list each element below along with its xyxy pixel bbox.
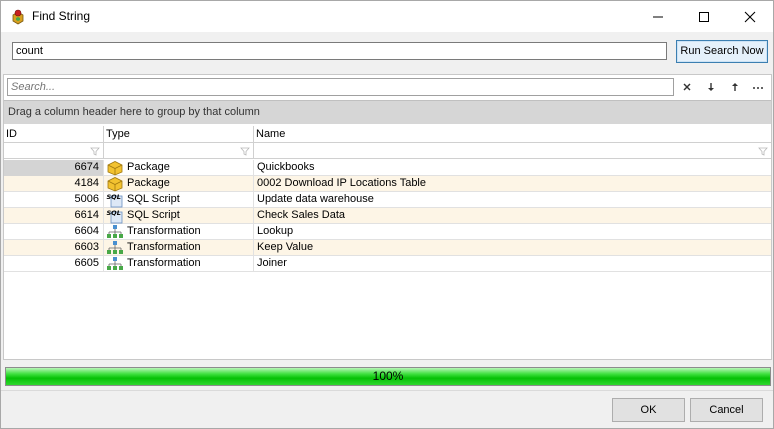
table-row[interactable]: 6674 Package Quickbooks (4, 160, 771, 176)
row-id: 6604 (4, 224, 104, 240)
window-title: Find String (32, 9, 91, 23)
row-type-label: Transformation (127, 241, 201, 253)
row-id: 4184 (4, 176, 104, 192)
find-next-icon[interactable] (703, 79, 719, 95)
sql-script-icon: SQL (106, 192, 124, 208)
filter-cell-id[interactable] (4, 143, 104, 159)
ok-button[interactable]: OK (612, 398, 685, 422)
column-header-id[interactable]: ID (4, 126, 104, 143)
row-id: 6674 (4, 160, 104, 176)
row-type: Transformation (104, 256, 254, 272)
column-header-row: ID Type Name (4, 126, 771, 143)
grid-find-panel (4, 75, 771, 99)
row-type: SQL SQL Script (104, 208, 254, 224)
row-name: Check Sales Data (257, 209, 346, 221)
maximize-icon (699, 12, 709, 22)
column-header-name[interactable]: Name (254, 126, 771, 143)
row-name: 0002 Download IP Locations Table (257, 177, 426, 189)
row-type: Transformation (104, 224, 254, 240)
svg-text:SQL: SQL (107, 209, 121, 217)
transformation-icon (106, 224, 124, 240)
find-previous-icon[interactable] (727, 79, 743, 95)
sql-script-icon: SQL (106, 208, 124, 224)
row-type-label: Transformation (127, 257, 201, 269)
filter-icon (240, 147, 250, 156)
row-type: Package (104, 176, 254, 192)
row-type-label: SQL Script (127, 193, 180, 205)
app-icon (10, 9, 26, 25)
filter-cell-type[interactable] (104, 143, 254, 159)
transformation-icon (106, 256, 124, 272)
package-icon (106, 176, 124, 192)
table-row[interactable]: 6604 Transformation Lookup (4, 224, 771, 240)
result-rows: 6674 Package Quickbooks 4184 Package 000… (4, 160, 771, 272)
svg-text:SQL: SQL (107, 193, 121, 201)
table-row[interactable]: 6605 Transformation Joiner (4, 256, 771, 272)
search-string-input[interactable] (12, 42, 667, 60)
grid-search-input[interactable] (7, 78, 674, 96)
table-row[interactable]: 6603 Transformation Keep Value (4, 240, 771, 256)
auto-filter-row (4, 143, 771, 159)
close-icon (744, 11, 756, 23)
table-row[interactable]: 5006 SQL SQL Script Update data warehouse (4, 192, 771, 208)
row-name: Keep Value (257, 241, 314, 253)
row-id: 6614 (4, 208, 104, 224)
filter-cell-name[interactable] (254, 143, 771, 159)
minimize-button[interactable] (635, 1, 681, 32)
table-row[interactable]: 4184 Package 0002 Download IP Locations … (4, 176, 771, 192)
search-progress-bar: 100% (5, 367, 771, 386)
row-type: SQL SQL Script (104, 192, 254, 208)
more-options-icon[interactable] (750, 79, 766, 95)
package-icon (106, 160, 124, 176)
row-id: 5006 (4, 192, 104, 208)
find-string-dialog: Find String Run Search Now (0, 0, 774, 429)
transformation-icon (106, 240, 124, 256)
row-name: Quickbooks (257, 161, 315, 173)
minimize-icon (653, 16, 663, 18)
row-name: Lookup (257, 225, 294, 237)
row-type-label: Transformation (127, 225, 201, 237)
row-type-label: SQL Script (127, 209, 180, 221)
row-name: Update data warehouse (257, 193, 374, 205)
group-by-panel[interactable]: Drag a column header here to group by th… (4, 100, 771, 124)
row-type: Package (104, 160, 254, 176)
row-id: 6605 (4, 256, 104, 272)
run-search-button[interactable]: Run Search Now (676, 40, 768, 63)
row-type: Transformation (104, 240, 254, 256)
progress-label: 100% (372, 369, 404, 383)
row-type-label: Package (127, 161, 170, 173)
footer-divider (1, 390, 773, 391)
row-type-label: Package (127, 177, 170, 189)
title-bar: Find String (1, 1, 773, 32)
group-by-hint: Drag a column header here to group by th… (8, 106, 260, 118)
filter-icon (758, 147, 768, 156)
table-row[interactable]: 6614 SQL SQL Script Check Sales Data (4, 208, 771, 224)
row-name: Joiner (257, 257, 287, 269)
results-grid: Drag a column header here to group by th… (3, 74, 772, 360)
cancel-button[interactable]: Cancel (690, 398, 763, 422)
column-header-type[interactable]: Type (104, 126, 254, 143)
clear-search-icon[interactable] (679, 79, 695, 95)
filter-icon (90, 147, 100, 156)
close-button[interactable] (727, 1, 773, 32)
maximize-button[interactable] (681, 1, 727, 32)
row-id: 6603 (4, 240, 104, 256)
